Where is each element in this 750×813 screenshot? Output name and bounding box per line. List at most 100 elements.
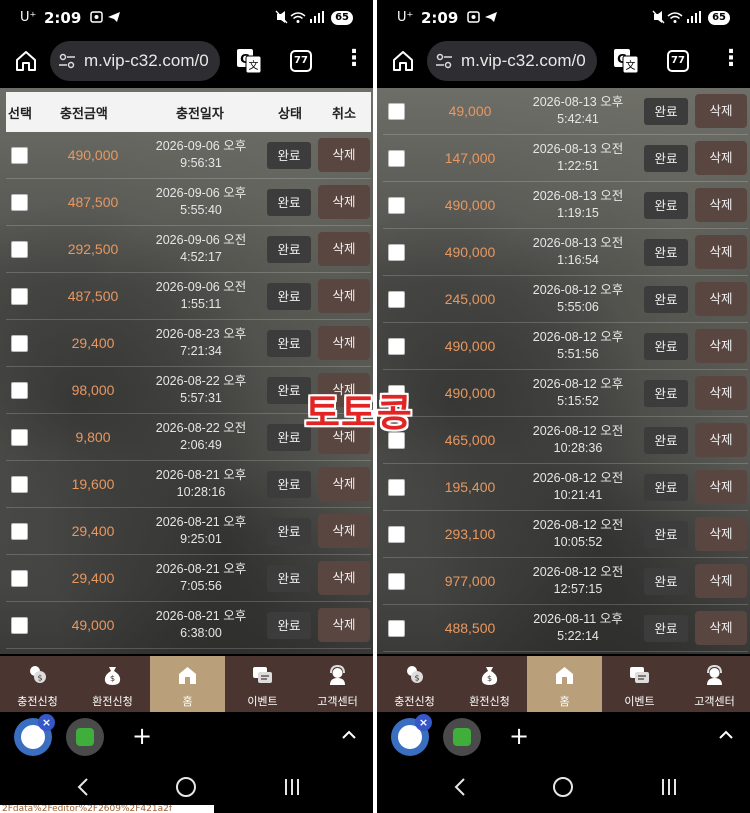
status-complete-button[interactable]: 완료 [267,330,311,357]
row-checkbox[interactable] [11,335,28,352]
back-icon[interactable] [453,777,467,797]
status-complete-button[interactable]: 완료 [644,474,688,501]
delete-button[interactable]: 삭제 [695,282,747,316]
delete-button[interactable]: 삭제 [695,188,747,222]
status-complete-button[interactable]: 완료 [644,333,688,360]
delete-button[interactable]: 삭제 [695,376,747,410]
address-bar[interactable]: m.vip-c32.com/0 [427,41,597,81]
delete-button[interactable]: 삭제 [318,326,370,360]
back-icon[interactable] [76,777,90,797]
new-tab-icon[interactable]: + [132,722,152,750]
bet365-tab-thumb[interactable] [443,718,481,756]
delete-button[interactable]: 삭제 [695,611,747,645]
status-complete-button[interactable]: 완료 [267,283,311,310]
status-complete-button[interactable]: 완료 [644,568,688,595]
row-checkbox[interactable] [11,147,28,164]
delete-button[interactable]: 삭제 [318,514,370,548]
row-checkbox[interactable] [388,526,405,543]
nav-item-4[interactable]: 고객센터 [300,656,373,712]
status-complete-button[interactable]: 완료 [644,145,688,172]
delete-button[interactable]: 삭제 [318,608,370,642]
more-menu-icon[interactable]: ⋮ [343,48,365,74]
status-complete-button[interactable]: 완료 [267,236,311,263]
delete-button[interactable]: 삭제 [695,141,747,175]
nav-item-2[interactable]: 홈 [150,656,225,712]
recent-apps-icon[interactable] [660,777,678,797]
delete-button[interactable]: 삭제 [318,279,370,313]
site-settings-icon[interactable] [435,52,453,70]
nav-item-0[interactable]: $ 충전신청 [377,656,452,712]
translate-icon[interactable]: G 文 [613,48,639,74]
bet365-tab-thumb[interactable] [66,718,104,756]
status-complete-button[interactable]: 완료 [644,615,688,642]
new-tab-icon[interactable]: + [509,722,529,750]
tab-switcher-button[interactable]: 77 [667,50,689,72]
status-complete-button[interactable]: 완료 [267,471,311,498]
chevron-up-icon[interactable] [717,726,735,744]
nav-item-2[interactable]: 홈 [527,656,602,712]
row-checkbox[interactable] [11,570,28,587]
system-home-icon[interactable] [176,777,196,797]
close-tab-icon[interactable]: × [38,714,55,731]
delete-button[interactable]: 삭제 [318,232,370,266]
row-checkbox[interactable] [388,197,405,214]
nav-item-1[interactable]: $ 환전신청 [75,656,150,712]
status-complete-button[interactable]: 완료 [644,192,688,219]
row-checkbox[interactable] [11,523,28,540]
delete-button[interactable]: 삭제 [318,561,370,595]
nav-item-3[interactable]: 이벤트 [602,656,677,712]
status-complete-button[interactable]: 완료 [644,239,688,266]
row-checkbox[interactable] [11,382,28,399]
status-complete-button[interactable]: 완료 [267,612,311,639]
row-checkbox[interactable] [11,429,28,446]
row-checkbox[interactable] [388,291,405,308]
home-icon[interactable] [14,49,38,73]
row-checkbox[interactable] [388,573,405,590]
active-tab-thumb[interactable]: × [14,714,55,756]
row-checkbox[interactable] [388,103,405,120]
tab-switcher-button[interactable]: 77 [290,50,312,72]
status-complete-button[interactable]: 완료 [267,518,311,545]
status-complete-button[interactable]: 완료 [267,189,311,216]
close-tab-icon[interactable]: × [415,714,432,731]
row-checkbox[interactable] [11,617,28,634]
nav-item-0[interactable]: $ 충전신청 [0,656,75,712]
nav-item-4[interactable]: 고객센터 [677,656,750,712]
delete-button[interactable]: 삭제 [318,467,370,501]
system-home-icon[interactable] [553,777,573,797]
chevron-up-icon[interactable] [340,726,358,744]
row-checkbox[interactable] [11,476,28,493]
delete-button[interactable]: 삭제 [695,94,747,128]
active-tab-thumb[interactable]: × [391,714,432,756]
nav-item-1[interactable]: $ 환전신청 [452,656,527,712]
delete-button[interactable]: 삭제 [695,235,747,269]
address-bar[interactable]: m.vip-c32.com/0 [50,41,220,81]
status-complete-button[interactable]: 완료 [644,380,688,407]
row-checkbox[interactable] [11,241,28,258]
status-complete-button[interactable]: 완료 [644,427,688,454]
status-complete-button[interactable]: 완료 [644,286,688,313]
site-settings-icon[interactable] [58,52,76,70]
row-checkbox[interactable] [11,194,28,211]
row-checkbox[interactable] [11,288,28,305]
status-complete-button[interactable]: 완료 [267,565,311,592]
row-checkbox[interactable] [388,620,405,637]
row-checkbox[interactable] [388,338,405,355]
delete-button[interactable]: 삭제 [695,517,747,551]
row-checkbox[interactable] [388,479,405,496]
row-checkbox[interactable] [388,244,405,261]
delete-button[interactable]: 삭제 [318,138,370,172]
status-complete-button[interactable]: 완료 [644,521,688,548]
recent-apps-icon[interactable] [283,777,301,797]
row-checkbox[interactable] [388,150,405,167]
more-menu-icon[interactable]: ⋮ [720,48,742,74]
delete-button[interactable]: 삭제 [695,329,747,363]
delete-button[interactable]: 삭제 [695,423,747,457]
delete-button[interactable]: 삭제 [318,185,370,219]
delete-button[interactable]: 삭제 [695,564,747,598]
translate-icon[interactable]: G 文 [236,48,262,74]
home-icon[interactable] [391,49,415,73]
status-complete-button[interactable]: 완료 [644,98,688,125]
nav-item-3[interactable]: 이벤트 [225,656,300,712]
status-complete-button[interactable]: 완료 [267,142,311,169]
